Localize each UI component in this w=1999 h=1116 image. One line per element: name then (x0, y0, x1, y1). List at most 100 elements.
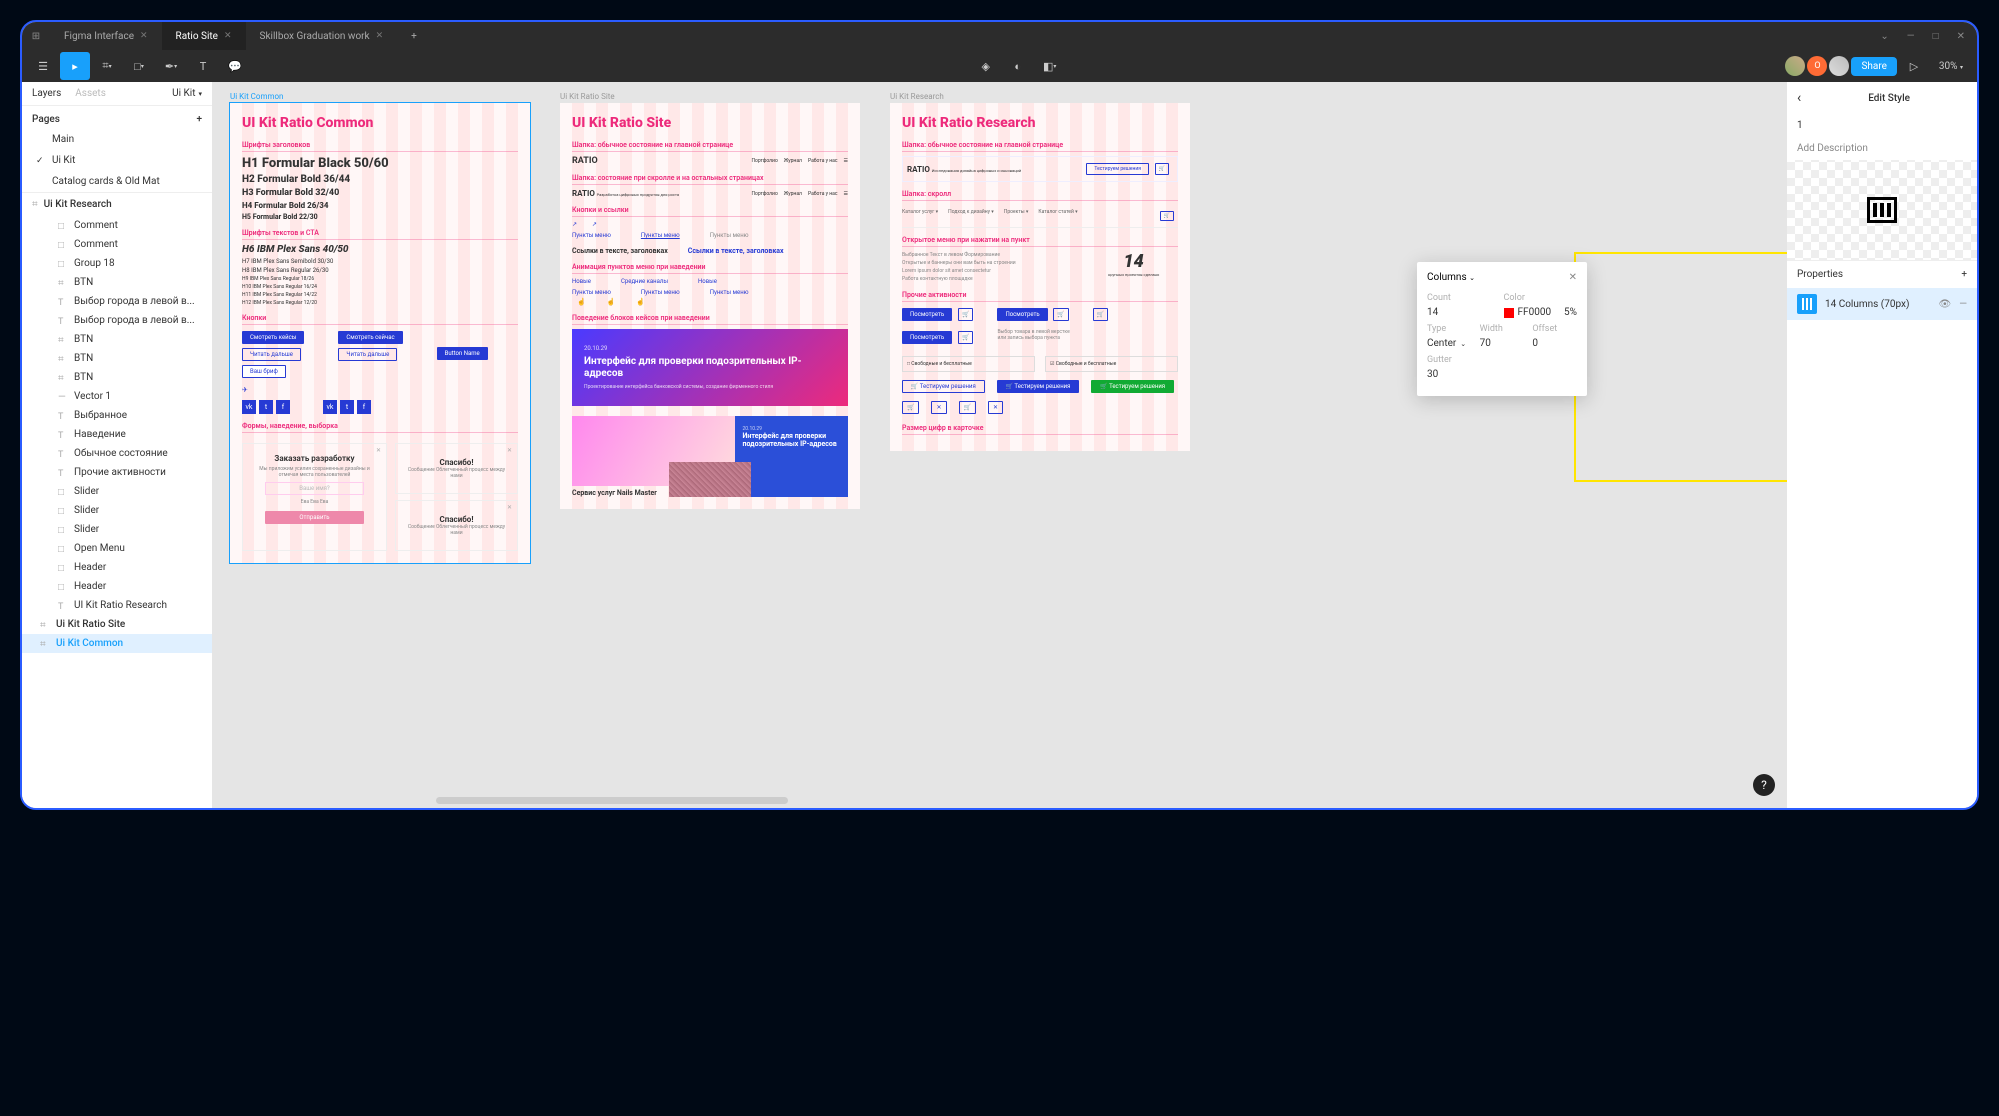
layer-item[interactable]: BTN (22, 349, 212, 368)
move-tool-icon[interactable]: ▸ (60, 52, 90, 80)
frame-ratio-site[interactable]: Ui Kit Ratio Site (22, 615, 212, 634)
pen-tool-icon[interactable]: ✒▾ (156, 52, 186, 80)
layer-item[interactable]: Обычное состояние (22, 444, 212, 463)
frame-ui-kit-common[interactable]: Ui Kit Common (22, 634, 212, 653)
layers-section-header[interactable]: Ui Kit Research (22, 192, 212, 216)
hamburger-menu-icon[interactable]: ☰ (28, 52, 58, 80)
component-icon[interactable]: ◈ (971, 52, 1001, 80)
page-catalog[interactable]: Catalog cards & Old Mat (22, 171, 212, 192)
artboard-title: UI Kit Ratio Site (572, 115, 848, 131)
close-icon[interactable]: ✕ (224, 31, 232, 41)
rect-icon (58, 525, 68, 535)
tab-assets[interactable]: Assets (75, 88, 106, 99)
help-button[interactable]: ? (1753, 774, 1775, 796)
layer-item[interactable]: Наведение (22, 425, 212, 444)
close-icon[interactable]: ✕ (1569, 272, 1577, 283)
vector-icon (58, 392, 68, 402)
layer-item[interactable]: BTN (22, 330, 212, 349)
pages-label: Pages (32, 114, 60, 125)
present-icon[interactable]: ▷ (1899, 52, 1929, 80)
boolean-icon[interactable]: ◧▾ (1035, 52, 1065, 80)
button-sample: Смотреть сейчас (338, 331, 402, 344)
button-sample: Читать дальше (242, 348, 301, 361)
document-tabs: Figma Interface✕ Ratio Site✕ Skillbox Gr… (50, 22, 431, 50)
maximize-icon[interactable]: □ (1933, 31, 1939, 42)
mask-icon[interactable]: ◐ (1003, 52, 1033, 80)
count-input[interactable]: 14 (1427, 307, 1496, 318)
layer-item[interactable]: Выбор города в левой в... (22, 292, 212, 311)
offset-input[interactable]: 0 (1532, 338, 1577, 349)
layer-item[interactable]: Comment (22, 235, 212, 254)
layer-item[interactable]: Выбор города в левой в... (22, 311, 212, 330)
page-dropdown[interactable]: Ui Kit ▾ (172, 88, 202, 99)
back-icon[interactable]: ‹ (1797, 90, 1801, 106)
app-menu-icon[interactable]: ⊞ (22, 31, 50, 42)
tab-layers[interactable]: Layers (32, 88, 61, 99)
tab-figma-interface[interactable]: Figma Interface✕ (50, 22, 162, 50)
close-window-icon[interactable]: ✕ (1957, 31, 1965, 42)
layer-item[interactable]: BTN (22, 273, 212, 292)
titlebar: ⊞ Figma Interface✕ Ratio Site✕ Skillbox … (22, 22, 1977, 50)
text-tool-icon[interactable]: T (188, 52, 218, 80)
close-icon[interactable]: ✕ (140, 31, 148, 41)
avatar-user-1[interactable] (1785, 56, 1805, 76)
layer-item[interactable]: Slider (22, 501, 212, 520)
tab-ratio-site[interactable]: Ratio Site✕ (162, 22, 246, 50)
chevron-down-icon[interactable]: ⌄ (1880, 31, 1888, 42)
page-ui-kit[interactable]: Ui Kit (22, 150, 212, 171)
layer-item[interactable]: Group 18 (22, 254, 212, 273)
remove-icon[interactable]: — (1959, 299, 1967, 310)
property-row[interactable]: 14 Columns (70px) 👁 — (1787, 288, 1977, 320)
layer-item[interactable]: Прочие активности (22, 463, 212, 482)
section-label: Шрифты заголовков (242, 141, 518, 152)
new-tab-button[interactable]: + (397, 22, 431, 50)
add-property-icon[interactable]: + (1961, 269, 1967, 280)
button-sample: Читать дальше (338, 348, 397, 361)
page-main[interactable]: Main (22, 129, 212, 150)
avatar-user-2[interactable]: O (1807, 56, 1827, 76)
rect-icon (58, 582, 68, 592)
avatar-user-3[interactable] (1829, 56, 1849, 76)
tab-skillbox[interactable]: Skillbox Graduation work✕ (246, 22, 398, 50)
add-page-icon[interactable]: + (196, 114, 202, 125)
frame-icon (40, 620, 50, 630)
layer-item[interactable]: Vector 1 (22, 387, 212, 406)
width-input[interactable]: 70 (1480, 338, 1525, 349)
layer-item[interactable]: Header (22, 577, 212, 596)
frame-icon (58, 278, 68, 288)
rect-icon (58, 259, 68, 269)
shape-tool-icon[interactable]: □▾ (124, 52, 154, 80)
minimize-icon[interactable]: — (1907, 31, 1915, 42)
canvas[interactable]: Ui Kit Common UI Kit Ratio Common Шрифты… (212, 82, 1787, 808)
layer-item[interactable]: Slider (22, 482, 212, 501)
layer-item[interactable]: Comment (22, 216, 212, 235)
layer-item[interactable]: Выбранное (22, 406, 212, 425)
layer-item[interactable]: Slider (22, 520, 212, 539)
artboard-common[interactable]: Ui Kit Common UI Kit Ratio Common Шрифты… (230, 92, 530, 563)
panel-tabs: Layers Assets Ui Kit ▾ (22, 82, 212, 106)
close-icon[interactable]: ✕ (376, 31, 384, 41)
frame-tool-icon[interactable]: ⌗▾ (92, 52, 122, 80)
thanks-sample: ✕Спасибо!Сообщение Облегченный процесс м… (395, 500, 518, 551)
type-sample: H10 IBM Plex Sans Regular 16/24 (242, 284, 518, 290)
artboard-title: UI Kit Ratio Research (902, 115, 1178, 131)
description-input[interactable]: Add Description (1787, 137, 1977, 160)
left-panel: Layers Assets Ui Kit ▾ Pages + Main Ui K… (22, 82, 212, 808)
layer-item[interactable]: Open Menu (22, 539, 212, 558)
visibility-icon[interactable]: 👁 (1938, 299, 1951, 310)
type-dropdown[interactable]: Center ⌄ (1427, 338, 1472, 349)
gutter-input[interactable]: 30 (1427, 369, 1577, 380)
horizontal-scrollbar[interactable] (412, 797, 1587, 804)
layer-item[interactable]: BTN (22, 368, 212, 387)
share-button[interactable]: Share (1851, 57, 1896, 76)
artboard-site[interactable]: Ui Kit Ratio Site UI Kit Ratio Site Шапк… (560, 92, 860, 563)
frame-icon (58, 354, 68, 364)
popup-title[interactable]: Columns ⌄ (1427, 272, 1475, 283)
color-input[interactable]: FF0000 5% (1504, 307, 1577, 318)
zoom-level[interactable]: 30% ▾ (1931, 61, 1971, 72)
comment-tool-icon[interactable]: 💬 (220, 52, 250, 80)
layer-item[interactable]: UI Kit Ratio Research (22, 596, 212, 615)
artboard-research[interactable]: Ui Kit Research UI Kit Ratio Research Ша… (890, 92, 1190, 563)
layer-item[interactable]: Header (22, 558, 212, 577)
style-name-input[interactable]: 1 (1787, 114, 1977, 137)
